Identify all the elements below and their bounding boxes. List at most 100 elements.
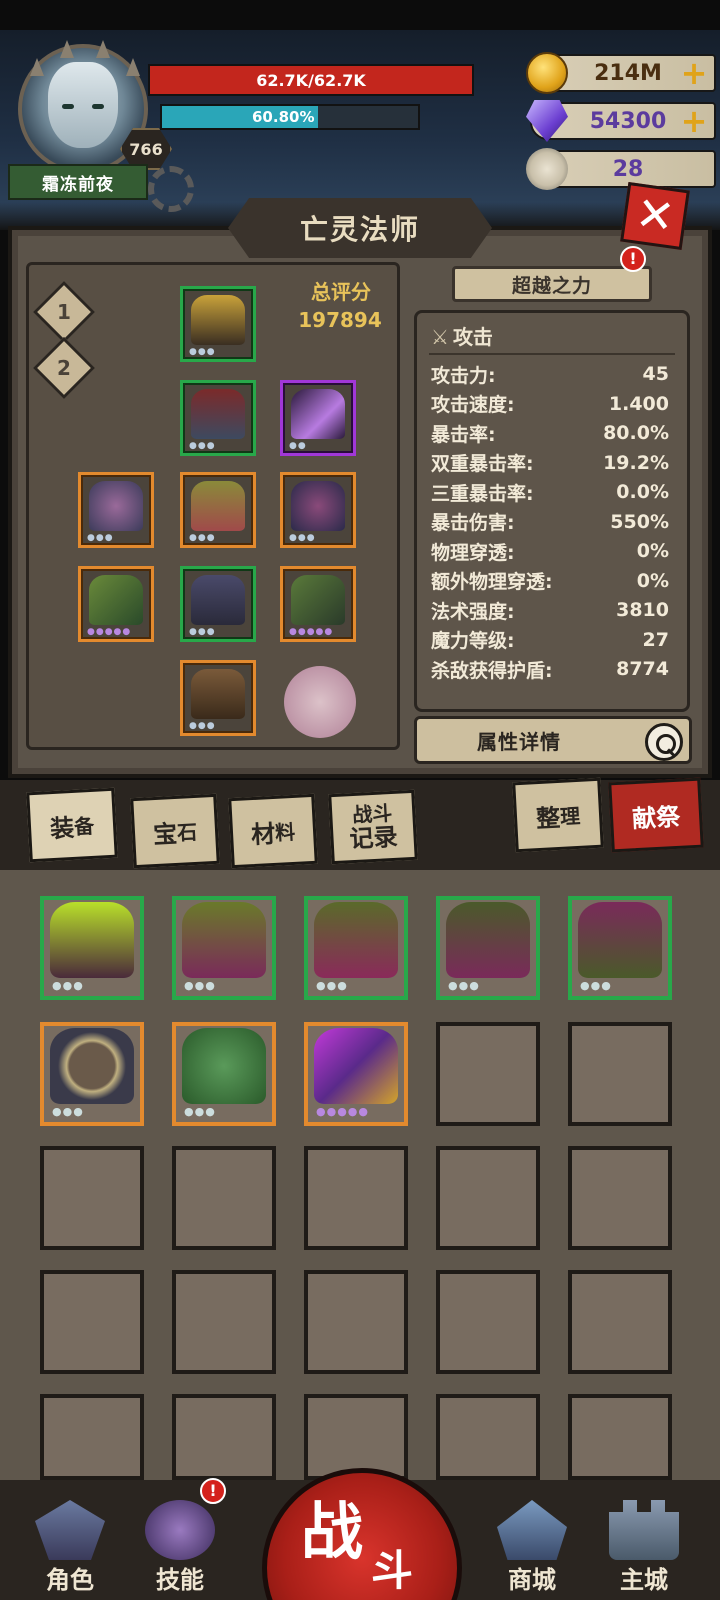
- stat-row: 攻击力: 45: [431, 359, 669, 389]
- stat-label: 双重暴击率:: [431, 453, 534, 475]
- inventory-empty-slot[interactable]: [568, 1146, 672, 1250]
- stat-value: 0.0%: [616, 481, 669, 503]
- inventory-empty-slot[interactable]: [436, 1270, 540, 1374]
- crown-helmet-icon: [191, 295, 245, 345]
- inventory-empty-slot[interactable]: [172, 1146, 276, 1250]
- add-gem-button[interactable]: +: [680, 105, 708, 137]
- nav-character-label: 角色: [46, 1566, 94, 1594]
- inventory-empty-slot[interactable]: [436, 1394, 540, 1480]
- stat-label: 魔力等级:: [431, 630, 515, 652]
- tab-equipment[interactable]: 装备: [26, 787, 118, 863]
- inventory-empty-slot[interactable]: [304, 1146, 408, 1250]
- gold-coin-icon: [526, 52, 568, 94]
- stat-value: 19.2%: [603, 451, 669, 474]
- equip-slot-weapon[interactable]: ●●●●●: [78, 566, 154, 642]
- equip-slot-weapon-2[interactable]: ●●●●●: [280, 566, 356, 642]
- equip-slot-mask[interactable]: ●●●: [280, 472, 356, 548]
- attribute-details-button[interactable]: 属性详情: [414, 716, 692, 764]
- leg-armor-icon: [191, 575, 245, 625]
- socket-dots: ●●●: [448, 979, 480, 992]
- total-score-value: 197894: [298, 308, 382, 332]
- inventory-empty-slot[interactable]: [568, 1394, 672, 1480]
- nav-skills[interactable]: 技能: [134, 1500, 226, 1596]
- inventory-item[interactable]: ●●●: [172, 1022, 276, 1126]
- inventory-item[interactable]: ●●●: [304, 896, 408, 1000]
- add-gold-button[interactable]: +: [680, 57, 708, 89]
- stat-value: 550%: [610, 510, 669, 533]
- empty-orb-slot-icon[interactable]: [284, 666, 356, 738]
- stat-row: 三重暴击率: 0.0%: [431, 477, 669, 507]
- equip-slot-belt[interactable]: ●●●: [180, 472, 256, 548]
- serpent-ring-icon: [50, 1028, 134, 1104]
- tab-equipment-label-b: 备: [73, 813, 95, 839]
- tab-materials[interactable]: 材料: [228, 793, 318, 869]
- belt-icon: [191, 481, 245, 531]
- stats-panel[interactable]: ⚔ 攻击 攻击力: 45 攻击速度: 1.400 暴击率: 80.0% 双重暴击率: 19.2%…: [414, 310, 690, 712]
- stat-label: 三重暴击率:: [431, 482, 534, 505]
- stat-row: 物理穿透: 0%: [431, 536, 669, 566]
- loadout-tab-1-label: 1: [57, 300, 71, 324]
- inventory-item[interactable]: ●●●: [40, 1022, 144, 1126]
- inventory-item[interactable]: ●●●: [40, 896, 144, 1000]
- sort-button[interactable]: 整理: [512, 777, 604, 853]
- inventory-empty-slot[interactable]: [568, 1022, 672, 1126]
- inventory-item[interactable]: ●●●: [568, 896, 672, 1000]
- tab-gems[interactable]: 宝石: [130, 793, 220, 869]
- skull-value: 28: [612, 156, 644, 182]
- armor-chest-icon: [191, 389, 245, 439]
- nav-shop[interactable]: 商城: [486, 1500, 578, 1596]
- close-button[interactable]: ✕: [620, 181, 690, 251]
- stat-row: 额外物理穿透: 0%: [431, 566, 669, 596]
- stat-label: 额外物理穿透:: [431, 571, 553, 593]
- inventory-empty-slot[interactable]: [40, 1146, 144, 1250]
- inventory-item[interactable]: ●●●: [172, 896, 276, 1000]
- nav-character[interactable]: 角色: [24, 1500, 116, 1596]
- tab-battle-log[interactable]: 战斗 记录: [328, 789, 418, 865]
- socket-dots: ●●●: [189, 347, 216, 357]
- inventory-empty-slot[interactable]: [304, 1270, 408, 1374]
- total-score-label: 总评分: [311, 280, 371, 304]
- nav-main-city-label: 主城: [620, 1566, 668, 1594]
- inventory-empty-slot[interactable]: [40, 1394, 144, 1480]
- stats-header: ⚔ 攻击: [431, 321, 493, 350]
- socket-dots: ●●●: [316, 979, 348, 992]
- equip-slot-boots[interactable]: ●●●: [180, 660, 256, 736]
- skull-counter: 28: [526, 148, 716, 190]
- sort-label-b: 理: [559, 803, 581, 829]
- gem-value: 54300: [589, 108, 667, 134]
- settings-gear-icon[interactable]: [148, 166, 194, 212]
- nav-main-city[interactable]: 主城: [598, 1500, 690, 1596]
- inventory-empty-slot[interactable]: [568, 1270, 672, 1374]
- equip-slot-offhand[interactable]: ●●: [280, 380, 356, 456]
- spiked-chest-icon: [182, 902, 266, 978]
- equip-slot-chest[interactable]: ●●●: [180, 380, 256, 456]
- inventory-empty-slot[interactable]: [436, 1022, 540, 1126]
- inventory-empty-slot[interactable]: [436, 1146, 540, 1250]
- sort-label-a: 整: [535, 803, 561, 833]
- inventory-empty-slot[interactable]: [40, 1270, 144, 1374]
- avatar-spike-icon: [96, 40, 110, 58]
- equip-slot-legs[interactable]: ●●●: [180, 566, 256, 642]
- inventory-empty-slot[interactable]: [172, 1394, 276, 1480]
- inventory-empty-slot[interactable]: [172, 1270, 276, 1374]
- stat-row: 双重暴击率: 19.2%: [431, 448, 669, 478]
- inventory-item[interactable]: ●●●: [436, 896, 540, 1000]
- equip-slot-helmet[interactable]: ●●●: [180, 286, 256, 362]
- transcend-power-button[interactable]: 超越之力: [452, 266, 652, 302]
- stat-value: 1.400: [608, 392, 669, 415]
- inventory-empty-slot[interactable]: [304, 1394, 408, 1480]
- sacrifice-button[interactable]: 献祭: [608, 777, 704, 853]
- mp-bar: 60.80%: [160, 104, 420, 130]
- spiked-boots-icon: [578, 902, 662, 978]
- equip-slot-amulet[interactable]: ●●●: [78, 472, 154, 548]
- inventory-item[interactable]: ●●●●●: [304, 1022, 408, 1126]
- tab-gems-label-a: 宝: [152, 819, 178, 849]
- tab-gems-label-b: 石: [176, 819, 198, 845]
- character-helmet-icon: [35, 1500, 105, 1560]
- mp-text: 60.80%: [252, 108, 315, 126]
- stat-row: 魔力等级: 27: [431, 625, 669, 655]
- socket-dots: ●●●●●: [289, 627, 334, 637]
- tab-battle-log-label-b: 记录: [348, 822, 399, 854]
- stat-row: 暴击伤害: 550%: [431, 507, 669, 537]
- magnifier-icon: [645, 723, 683, 761]
